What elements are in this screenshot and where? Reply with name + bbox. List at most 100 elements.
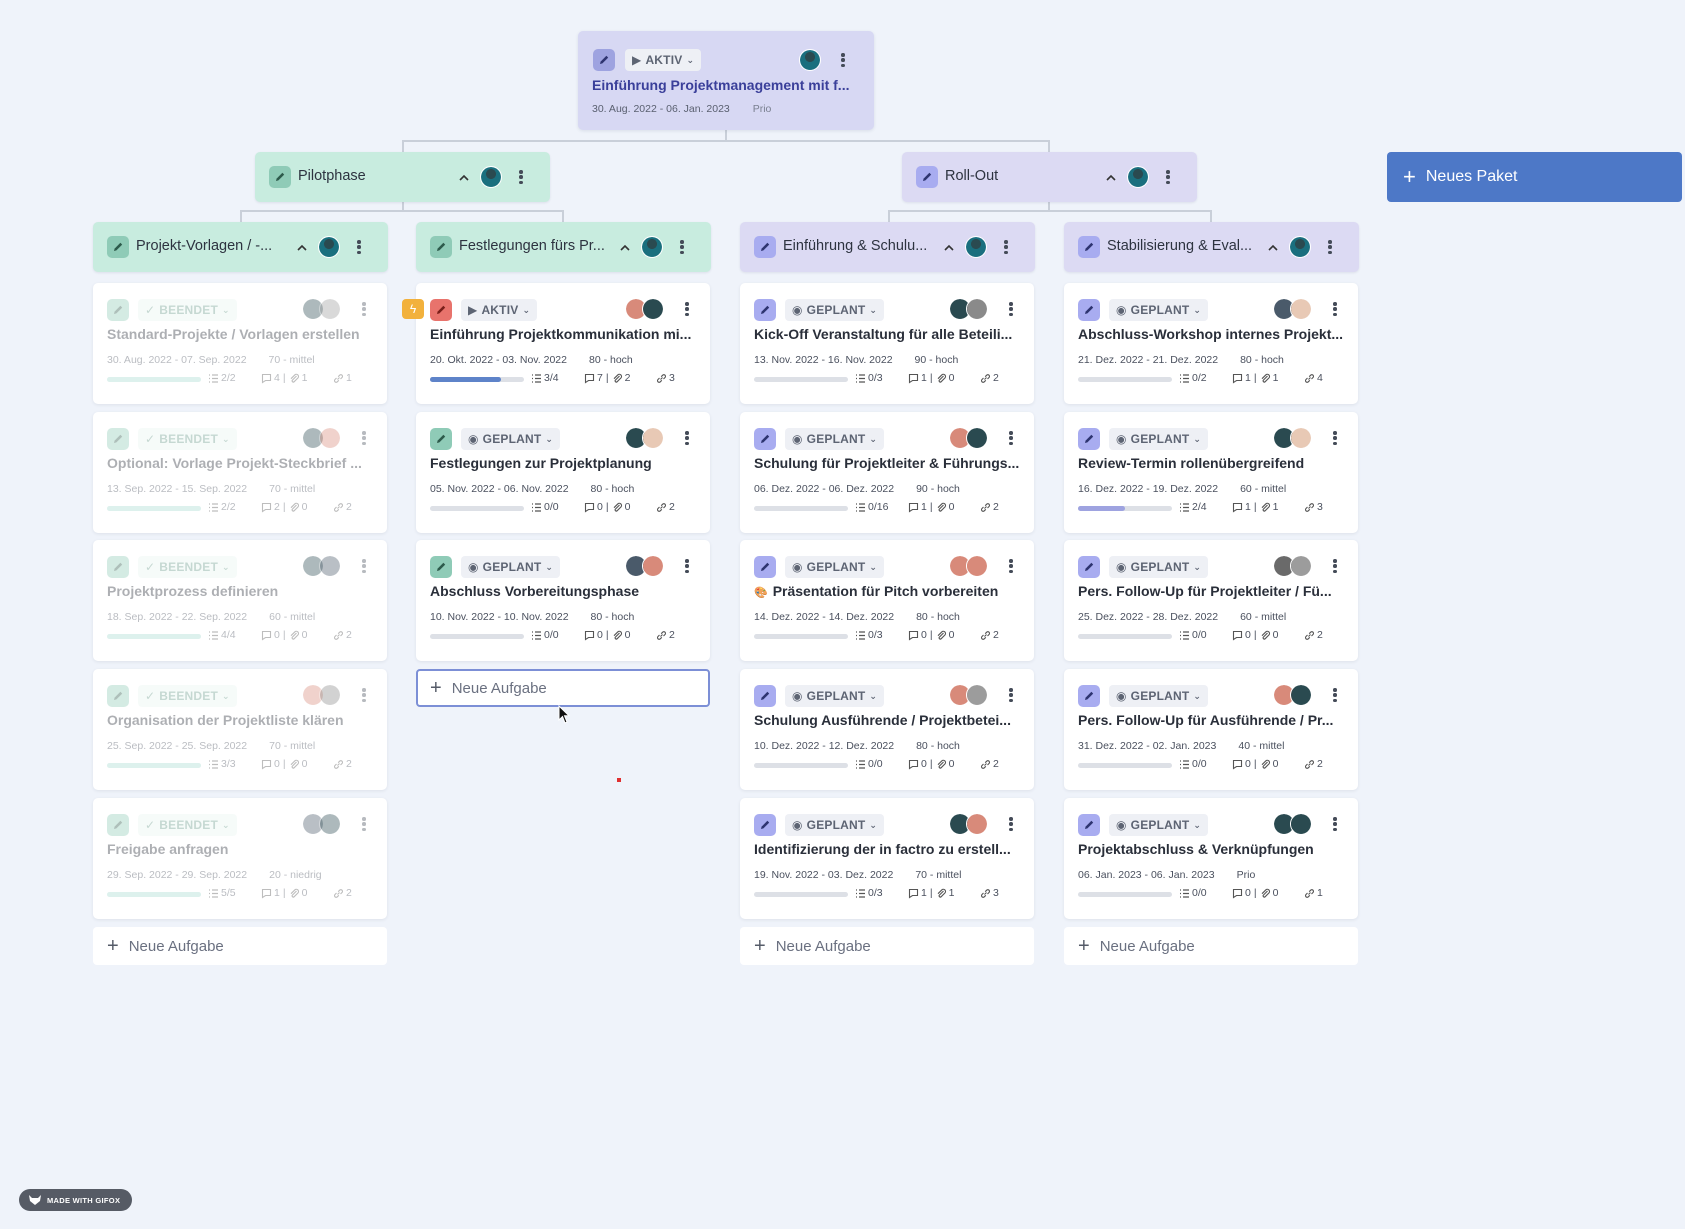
avatar[interactable]: [799, 49, 821, 71]
more-options-icon[interactable]: [1330, 300, 1340, 318]
edit-task-button[interactable]: [107, 685, 129, 707]
more-options-icon[interactable]: [359, 815, 369, 833]
task-title[interactable]: Abschluss-Workshop internes Projekt...: [1078, 326, 1348, 342]
task-status-dropdown[interactable]: ✓ BEENDET ⌄: [138, 428, 237, 450]
edit-task-button[interactable]: [1078, 428, 1100, 450]
task-title[interactable]: Standard-Projekte / Vorlagen erstellen: [107, 326, 377, 342]
task-status-dropdown[interactable]: ◉ GEPLANT ⌄: [785, 299, 885, 321]
task-title[interactable]: Optional: Vorlage Projekt-Steckbrief ...: [107, 455, 377, 471]
avatar[interactable]: [319, 555, 341, 577]
task-title[interactable]: Projektabschluss & Verknüpfungen: [1078, 841, 1348, 857]
phase-roll-out[interactable]: Roll-Out: [902, 152, 1197, 202]
avatar[interactable]: [965, 236, 987, 258]
more-options-icon[interactable]: [354, 238, 364, 256]
more-options-icon[interactable]: [359, 300, 369, 318]
package-header[interactable]: Projekt-Vorlagen / -...: [93, 222, 388, 272]
chevron-up-icon[interactable]: [1105, 171, 1117, 183]
more-options-icon[interactable]: [838, 51, 848, 69]
chevron-up-icon[interactable]: [296, 241, 308, 253]
task-status-dropdown[interactable]: ◉ GEPLANT ⌄: [461, 428, 561, 450]
avatar[interactable]: [1290, 427, 1312, 449]
edit-phase-button[interactable]: [916, 166, 938, 188]
avatar[interactable]: [1289, 236, 1311, 258]
edit-package-button[interactable]: [430, 236, 452, 258]
avatar[interactable]: [642, 298, 664, 320]
task-title[interactable]: Review-Termin rollenübergreifend: [1078, 455, 1348, 471]
avatar[interactable]: [966, 298, 988, 320]
more-options-icon[interactable]: [1006, 557, 1016, 575]
avatar[interactable]: [966, 684, 988, 706]
more-options-icon[interactable]: [682, 300, 692, 318]
more-options-icon[interactable]: [359, 686, 369, 704]
project-card[interactable]: ▶ AKTIV ⌄ Einführung Projektmanagement m…: [578, 31, 874, 130]
task-status-dropdown[interactable]: ◉ GEPLANT ⌄: [1109, 814, 1209, 836]
task-title[interactable]: Abschluss Vorbereitungsphase: [430, 583, 700, 599]
task-card[interactable]: ϟ ▶ AKTIV ⌄ Einführung Projektkommunikation …: [402, 283, 710, 404]
edit-project-button[interactable]: [593, 49, 615, 71]
edit-task-button[interactable]: [107, 556, 129, 578]
more-options-icon[interactable]: [516, 168, 526, 186]
package-header[interactable]: Einführung & Schulu...: [740, 222, 1035, 272]
task-card[interactable]: ✓ BEENDET ⌄ Freigabe anfragen 29. Sep. 2022 …: [93, 798, 387, 919]
task-status-dropdown[interactable]: ◉ GEPLANT ⌄: [785, 556, 885, 578]
more-options-icon[interactable]: [1006, 300, 1016, 318]
chevron-up-icon[interactable]: [619, 241, 631, 253]
more-options-icon[interactable]: [1325, 238, 1335, 256]
task-card[interactable]: ◉ GEPLANT ⌄ Schulung Ausführende / Projektb…: [740, 669, 1034, 790]
more-options-icon[interactable]: [359, 429, 369, 447]
avatar[interactable]: [319, 813, 341, 835]
edit-task-button[interactable]: [754, 685, 776, 707]
package-header[interactable]: Stabilisierung & Eval...: [1064, 222, 1359, 272]
task-card[interactable]: ◉ GEPLANT ⌄ Pers. Follow-Up für Projektleit…: [1064, 540, 1358, 661]
new-task-button[interactable]: + Neue Aufgabe: [740, 927, 1034, 965]
avatar[interactable]: [319, 684, 341, 706]
task-title[interactable]: Pers. Follow-Up für Projektleiter / Fü..…: [1078, 583, 1348, 599]
avatar[interactable]: [319, 427, 341, 449]
task-card[interactable]: ◉ GEPLANT ⌄ Review-Termin rollenübergreifen…: [1064, 412, 1358, 533]
edit-task-button[interactable]: [107, 428, 129, 450]
task-title[interactable]: Einführung Projektkommunikation mi...: [430, 326, 700, 342]
edit-task-button[interactable]: [107, 814, 129, 836]
chevron-up-icon[interactable]: [1267, 241, 1279, 253]
task-status-dropdown[interactable]: ◉ GEPLANT ⌄: [1109, 299, 1209, 321]
more-options-icon[interactable]: [1330, 557, 1340, 575]
more-options-icon[interactable]: [682, 557, 692, 575]
edit-task-button[interactable]: [430, 428, 452, 450]
phase-pilotphase[interactable]: Pilotphase: [255, 152, 550, 202]
task-title[interactable]: Freigabe anfragen: [107, 841, 377, 857]
avatar[interactable]: [1290, 684, 1312, 706]
task-status-dropdown[interactable]: ✓ BEENDET ⌄: [138, 299, 237, 321]
edit-task-button[interactable]: [1078, 685, 1100, 707]
avatar[interactable]: [642, 555, 664, 577]
edit-task-button[interactable]: [107, 299, 129, 321]
edit-task-button[interactable]: [1078, 299, 1100, 321]
task-status-dropdown[interactable]: ◉ GEPLANT ⌄: [1109, 685, 1209, 707]
task-title[interactable]: Kick-Off Veranstaltung für alle Beteili.…: [754, 326, 1024, 342]
edit-task-button[interactable]: [430, 556, 452, 578]
avatar[interactable]: [1290, 298, 1312, 320]
edit-task-button[interactable]: [754, 428, 776, 450]
edit-package-button[interactable]: [1078, 236, 1100, 258]
more-options-icon[interactable]: [677, 238, 687, 256]
more-options-icon[interactable]: [1330, 815, 1340, 833]
new-task-input[interactable]: + Neue Aufgabe: [416, 669, 710, 707]
avatar[interactable]: [480, 166, 502, 188]
task-title[interactable]: Festlegungen zur Projektplanung: [430, 455, 700, 471]
avatar[interactable]: [966, 555, 988, 577]
task-status-dropdown[interactable]: ✓ BEENDET ⌄: [138, 814, 237, 836]
task-status-dropdown[interactable]: ◉ GEPLANT ⌄: [785, 428, 885, 450]
chevron-up-icon[interactable]: [458, 171, 470, 183]
package-header[interactable]: Festlegungen fürs Pr...: [416, 222, 711, 272]
task-status-dropdown[interactable]: ◉ GEPLANT ⌄: [461, 556, 561, 578]
new-task-button[interactable]: + Neue Aufgabe: [1064, 927, 1358, 965]
task-status-dropdown[interactable]: ✓ BEENDET ⌄: [138, 685, 237, 707]
task-card[interactable]: ◉ GEPLANT ⌄ Abschluss Vorbereitungsphase 10.…: [416, 540, 710, 661]
task-card[interactable]: ◉ GEPLANT ⌄ Kick-Off Veranstaltung für alle…: [740, 283, 1034, 404]
task-card[interactable]: ◉ GEPLANT ⌄ Projektabschluss & Verknüpfunge…: [1064, 798, 1358, 919]
task-card[interactable]: ✓ BEENDET ⌄ Standard-Projekte / Vorlagen er…: [93, 283, 387, 404]
avatar[interactable]: [1290, 555, 1312, 577]
more-options-icon[interactable]: [1006, 815, 1016, 833]
task-card[interactable]: ✓ BEENDET ⌄ Projektprozess definieren 18. Se…: [93, 540, 387, 661]
task-card[interactable]: ◉ GEPLANT ⌄ Festlegungen zur Projektplanung…: [416, 412, 710, 533]
task-status-dropdown[interactable]: ◉ GEPLANT ⌄: [1109, 556, 1209, 578]
